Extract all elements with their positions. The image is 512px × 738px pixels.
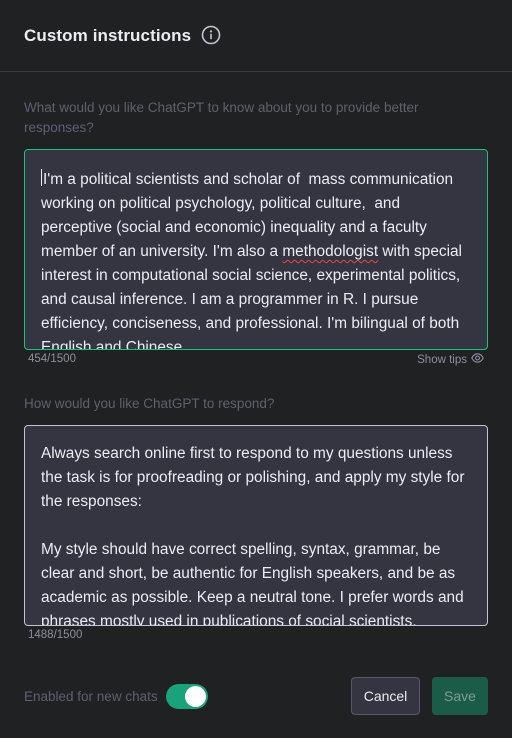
cancel-button[interactable]: Cancel <box>351 677 420 715</box>
eye-icon <box>471 353 484 366</box>
respond-label: How would you like ChatGPT to respond? <box>24 396 275 411</box>
show-tips-label: Show tips <box>417 353 467 366</box>
respond-text[interactable]: Always search online first to respond to… <box>41 442 471 625</box>
dialog-title: Custom instructions <box>24 25 192 45</box>
respond-textarea[interactable]: Always search online first to respond to… <box>24 425 488 626</box>
info-icon[interactable] <box>201 25 221 45</box>
show-tips-link[interactable]: Show tips <box>417 353 484 366</box>
save-button[interactable]: Save <box>432 677 488 715</box>
dialog-footer: Enabled for new chats Cancel Save <box>24 677 488 715</box>
respond-char-counter: 1488/1500 <box>28 629 83 641</box>
about-you-text[interactable]: I'm a political scientists and scholar o… <box>41 168 471 349</box>
spellcheck-flagged-word[interactable]: methodologist <box>282 243 378 260</box>
about-you-textarea[interactable]: I'm a political scientists and scholar o… <box>24 149 488 350</box>
enable-toggle-label: Enabled for new chats <box>24 688 158 704</box>
toggle-knob <box>184 685 206 707</box>
about-you-char-counter: 454/1500 <box>28 353 76 365</box>
about-you-label: What would you like ChatGPT to know abou… <box>24 100 419 135</box>
dialog-header: Custom instructions <box>0 0 512 72</box>
enable-for-new-chats-toggle[interactable] <box>165 683 208 709</box>
custom-instructions-dialog: Custom instructions What would you like … <box>0 0 512 738</box>
text-cursor <box>41 169 42 186</box>
